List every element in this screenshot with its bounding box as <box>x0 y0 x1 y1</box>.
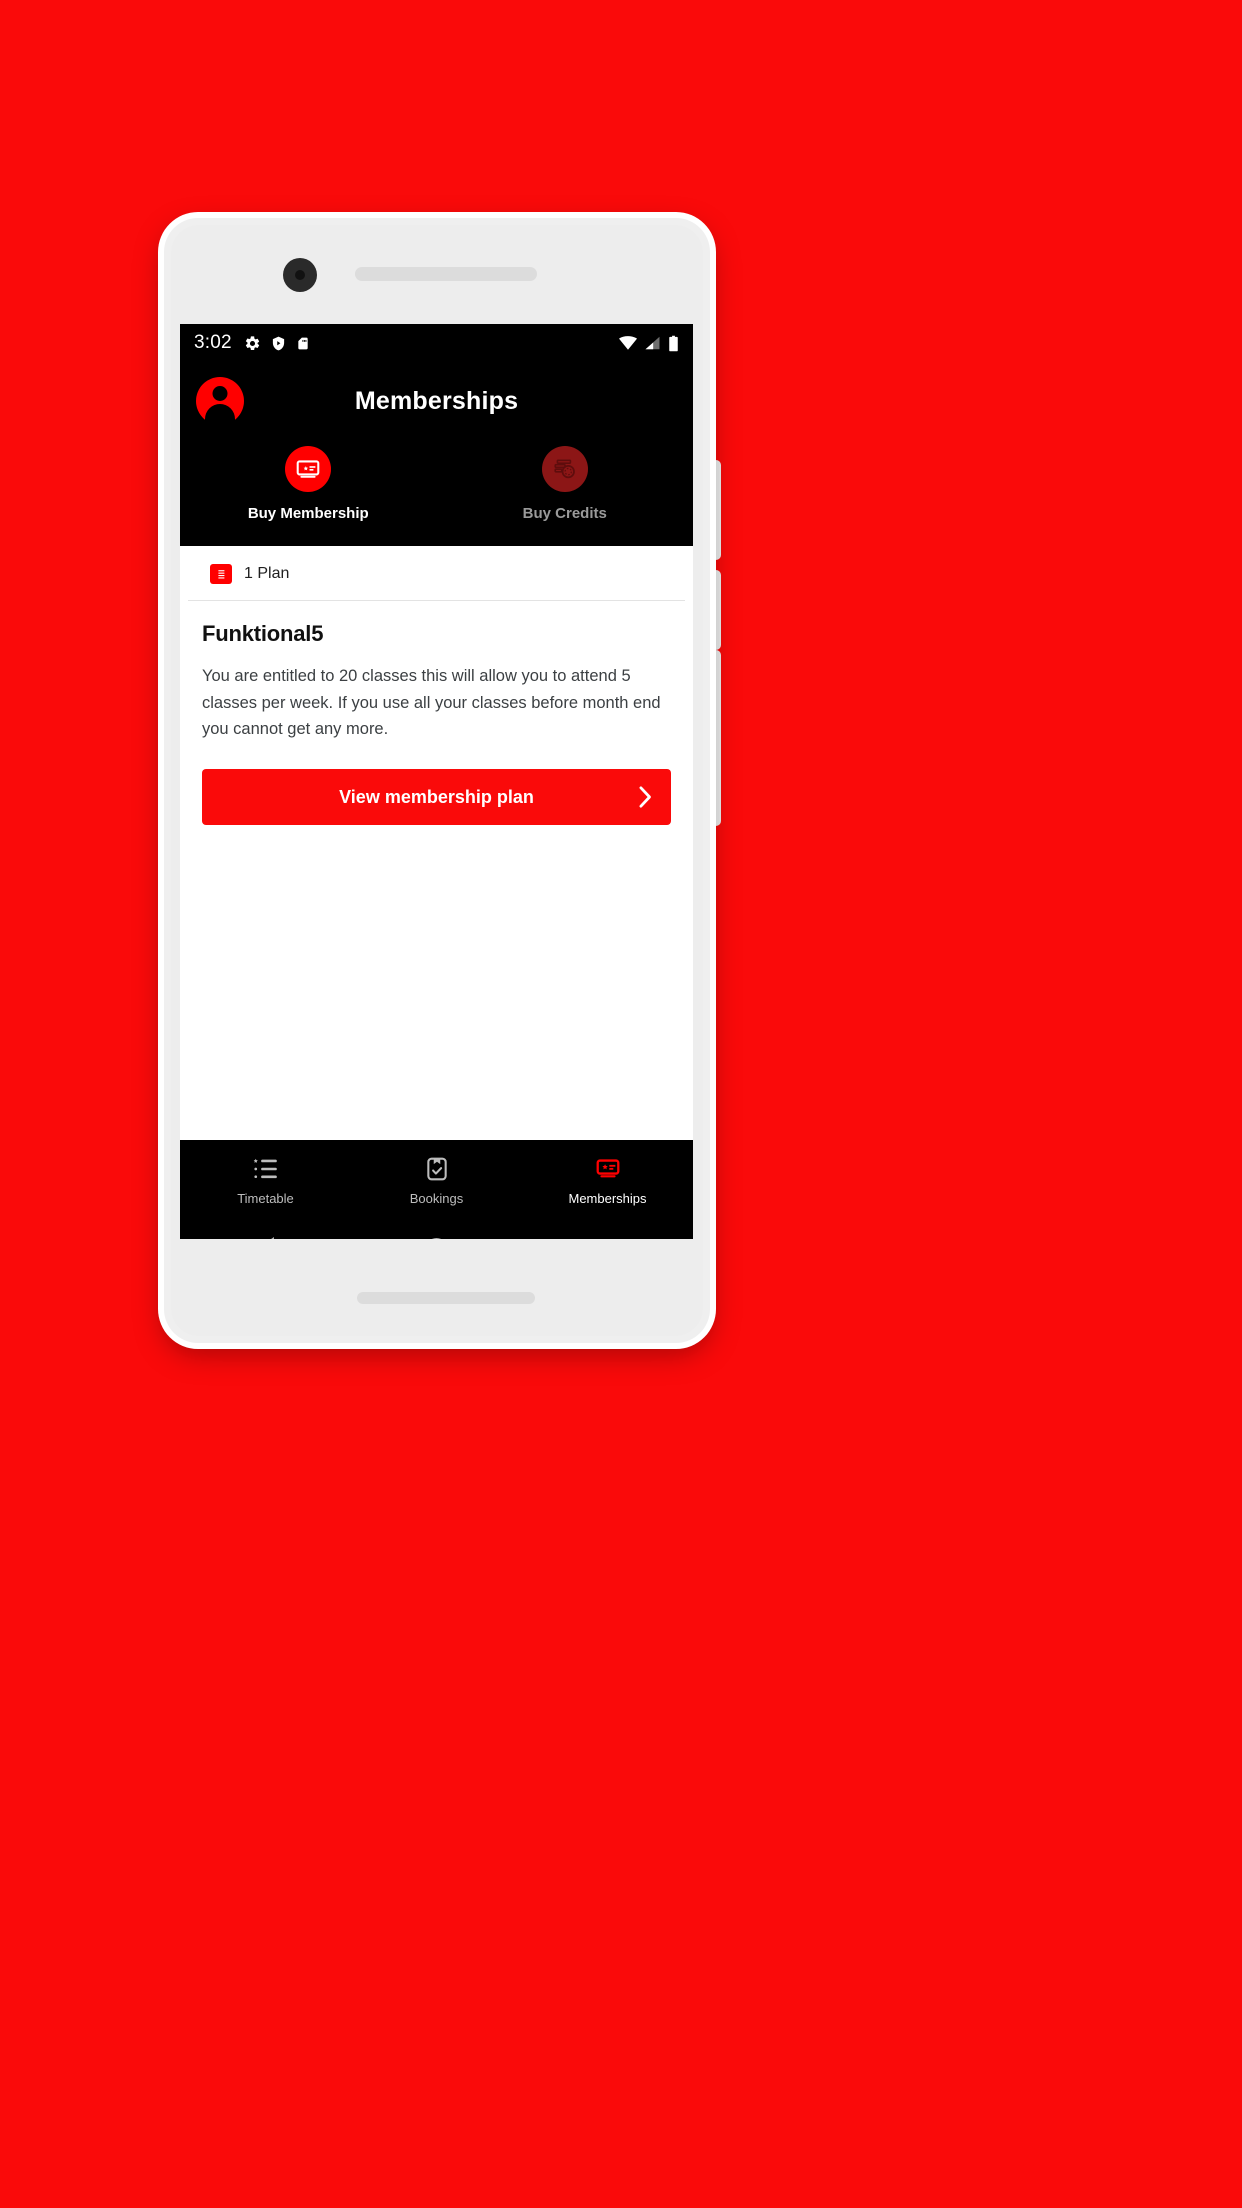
membership-card-icon <box>296 460 320 478</box>
battery-icon <box>669 335 678 351</box>
view-membership-plan-button[interactable]: View membership plan <box>202 769 671 826</box>
earpiece-speaker <box>355 267 537 281</box>
avatar-head-icon <box>212 386 228 401</box>
avatar[interactable] <box>196 377 244 426</box>
plan-description: You are entitled to 20 classes this will… <box>202 667 661 739</box>
buy-membership-icon-circle <box>285 446 332 492</box>
plan-count-label: 1 Plan <box>244 565 290 582</box>
square-recents-icon <box>598 1238 617 1239</box>
nav-label-memberships: Memberships <box>568 1191 647 1206</box>
buy-membership-action[interactable]: Buy Membership <box>180 446 437 522</box>
plan-title: Funktional5 <box>202 621 324 646</box>
status-bar-right-icons <box>619 335 679 352</box>
view-membership-plan-label: View membership plan <box>339 786 534 807</box>
home-button[interactable] <box>351 1237 522 1239</box>
document-lines-glyph <box>215 567 227 581</box>
cellular-signal-icon <box>645 336 660 350</box>
wifi-icon <box>619 336 637 350</box>
clipboard-check-icon <box>426 1157 447 1181</box>
bottom-navigation: Timetable Bookings Memberships <box>180 1140 693 1218</box>
buy-credits-icon-circle <box>541 446 588 492</box>
list-star-icon <box>253 1158 277 1179</box>
back-button[interactable] <box>180 1237 351 1239</box>
gear-icon <box>245 335 259 350</box>
status-bar-clock: 3:02 <box>194 332 232 353</box>
nav-item-timetable[interactable]: Timetable <box>180 1156 351 1206</box>
plan-card: Funktional5 You are entitled to 20 class… <box>180 601 693 826</box>
buy-credits-action[interactable]: Buy Credits <box>437 446 694 522</box>
app-screen: 3:02 Memberships Buy Membership Buy Cred… <box>180 324 693 1239</box>
quick-actions-row: Buy Membership Buy Credits <box>180 440 693 546</box>
page-title: Memberships <box>354 386 519 415</box>
document-lines-icon <box>210 564 232 584</box>
credits-coins-icon <box>554 459 575 479</box>
recents-button[interactable] <box>522 1238 693 1239</box>
sd-card-icon <box>298 337 308 349</box>
bottom-speaker <box>357 1292 535 1304</box>
chevron-right-icon <box>638 786 653 809</box>
nav-label-bookings: Bookings <box>409 1191 464 1206</box>
content-area: 1 Plan Funktional5 You are entitled to 2… <box>180 546 693 1140</box>
buy-membership-label: Buy Membership <box>247 505 369 522</box>
circle-home-icon <box>426 1237 447 1239</box>
plan-count-row: 1 Plan <box>188 546 685 601</box>
membership-card-icon <box>596 1159 619 1178</box>
nav-item-bookings[interactable]: Bookings <box>351 1156 522 1206</box>
screenshot-root: 3:02 Memberships Buy Membership Buy Cred… <box>0 0 1242 2208</box>
avatar-body-icon <box>205 404 235 426</box>
front-camera-icon <box>283 258 317 292</box>
nav-label-timetable: Timetable <box>237 1191 294 1206</box>
status-bar: 3:02 <box>180 324 693 362</box>
nav-item-memberships[interactable]: Memberships <box>522 1156 693 1206</box>
system-navigation-bar <box>180 1218 693 1239</box>
buy-credits-label: Buy Credits <box>522 505 607 522</box>
app-bar: Memberships <box>180 362 693 440</box>
triangle-back-icon <box>257 1237 274 1239</box>
status-bar-left-icons <box>244 335 310 352</box>
shield-play-icon <box>272 336 284 350</box>
